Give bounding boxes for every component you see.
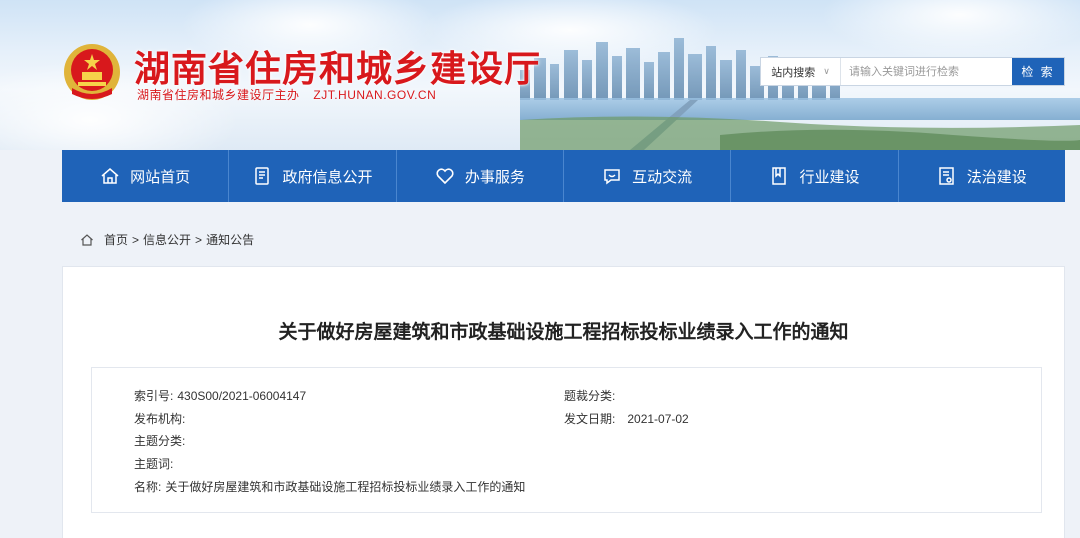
nav-label: 法治建设 bbox=[966, 168, 1027, 186]
nav-label: 网站首页 bbox=[130, 168, 191, 186]
chat-icon bbox=[604, 169, 620, 185]
site-title: 湖南省住房和城乡建设厅 bbox=[134, 49, 542, 90]
search-bar: 站内搜索 ∨ 检 索 bbox=[760, 57, 1065, 86]
article-metadata-box: 索引号: 430S00/2021-06004147 发布机构: 主题分类: 主题词… bbox=[91, 367, 1042, 513]
meta-topic: 主题分类: bbox=[134, 432, 189, 449]
meta-value: 2021-07-02 bbox=[627, 412, 689, 426]
site-subtitle: 湖南省住房和城乡建设厅主办 ZJT.HUNAN.GOV.CN bbox=[137, 86, 436, 103]
header-banner: 湖南省住房和城乡建设厅 湖南省住房和城乡建设厅主办 ZJT.HUNAN.GOV.… bbox=[0, 0, 1080, 150]
nav-item-services[interactable]: 办事服务 bbox=[397, 150, 564, 202]
meta-keywords: 主题词: bbox=[134, 455, 177, 472]
nav-item-gov-info[interactable]: 政府信息公开 bbox=[229, 150, 397, 202]
national-emblem-logo bbox=[64, 44, 120, 100]
search-input[interactable] bbox=[841, 58, 1012, 85]
article-title: 关于做好房屋建筑和市政基础设施工程招标投标业绩录入工作的通知 bbox=[278, 321, 849, 343]
meta-value: 430S00/2021-06004147 bbox=[177, 389, 307, 403]
nav-label: 政府信息公开 bbox=[282, 168, 373, 186]
meta-index: 索引号: 430S00/2021-06004147 bbox=[134, 387, 306, 404]
home-icon bbox=[81, 233, 93, 246]
main-nav: 网站首页 政府信息公开 办事服务 互动交流 行业建设 法治建设 bbox=[62, 150, 1065, 202]
meta-label: 发布机构: bbox=[134, 412, 186, 426]
meta-label: 名称: bbox=[134, 480, 162, 494]
breadcrumb: 首页 > 信息公开 > 通知公告 bbox=[80, 231, 254, 248]
nav-item-law[interactable]: 法治建设 bbox=[899, 150, 1065, 202]
nav-label: 互动交流 bbox=[632, 168, 693, 186]
home-icon bbox=[101, 168, 119, 184]
meta-label: 发文日期: bbox=[564, 412, 616, 426]
site-domain: ZJT.HUNAN.GOV.CN bbox=[313, 88, 437, 102]
document-icon bbox=[255, 167, 270, 185]
meta-value: 关于做好房屋建筑和市政基础设施工程招标投标业绩录入工作的通知 bbox=[165, 480, 526, 494]
meta-label: 索引号: bbox=[134, 389, 174, 403]
breadcrumb-home[interactable]: 首页 bbox=[104, 231, 128, 248]
search-button[interactable]: 检 索 bbox=[1012, 58, 1064, 85]
nav-item-interaction[interactable]: 互动交流 bbox=[564, 150, 732, 202]
meta-label: 主题词: bbox=[134, 457, 174, 471]
nav-label: 行业建设 bbox=[799, 168, 860, 186]
article-panel: 关于做好房屋建筑和市政基础设施工程招标投标业绩录入工作的通知 索引号: 430S0… bbox=[62, 266, 1065, 538]
city-skyline-image bbox=[520, 38, 1080, 150]
meta-name: 名称: 关于做好房屋建筑和市政基础设施工程招标投标业绩录入工作的通知 bbox=[134, 478, 525, 495]
site-organizer: 湖南省住房和城乡建设厅主办 bbox=[137, 88, 300, 102]
breadcrumb-notices[interactable]: 通知公告 bbox=[206, 231, 254, 248]
search-scope-dropdown[interactable]: 站内搜索 ∨ bbox=[761, 58, 841, 85]
nav-item-industry[interactable]: 行业建设 bbox=[731, 150, 899, 202]
meta-label: 题裁分类: bbox=[564, 389, 616, 403]
meta-genre: 题裁分类: bbox=[564, 387, 619, 404]
meta-label: 主题分类: bbox=[134, 434, 186, 448]
search-scope-label: 站内搜索 bbox=[771, 66, 816, 79]
law-icon bbox=[939, 167, 954, 185]
meta-date: 发文日期: 2021-07-02 bbox=[564, 410, 689, 427]
nav-item-home[interactable]: 网站首页 bbox=[62, 150, 230, 202]
heart-icon bbox=[436, 168, 454, 185]
nav-label: 办事服务 bbox=[464, 168, 525, 186]
breadcrumb-separator: > bbox=[195, 232, 203, 247]
breadcrumb-separator: > bbox=[132, 232, 140, 247]
book-icon bbox=[772, 167, 787, 185]
meta-publisher: 发布机构: bbox=[134, 410, 189, 427]
breadcrumb-info-public[interactable]: 信息公开 bbox=[143, 231, 191, 248]
chevron-down-icon: ∨ bbox=[823, 66, 830, 76]
